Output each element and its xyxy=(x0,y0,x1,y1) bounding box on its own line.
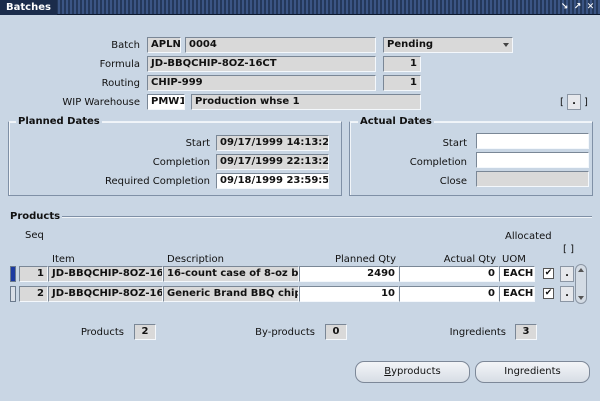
row-1-actual-qty[interactable]: 0 xyxy=(399,266,499,282)
products-count-label: Products xyxy=(80,327,124,338)
actual-start-field[interactable] xyxy=(476,133,589,149)
products-scrollbar[interactable] xyxy=(575,264,587,304)
scroll-down-icon[interactable] xyxy=(578,296,584,300)
formula-version-field[interactable]: 1 xyxy=(383,56,421,72)
wip-warehouse-code-field[interactable]: PMW1 xyxy=(147,94,185,110)
maximize-icon[interactable]: ↗ xyxy=(572,1,583,13)
planned-start-field[interactable]: 09/17/1999 14:13:21 xyxy=(216,135,329,151)
routing-version-field[interactable]: 1 xyxy=(383,75,421,91)
required-completion-field[interactable]: 09/18/1999 23:59:59 xyxy=(216,173,329,189)
row-2-description[interactable]: Generic Brand BBQ chip xyxy=(163,286,299,302)
row-2-flex-button[interactable]: . xyxy=(560,286,574,302)
actual-completion-label: Completion xyxy=(409,157,467,168)
batch-status-value: Pending xyxy=(387,39,434,50)
ingredients-button[interactable]: Ingredients xyxy=(475,361,590,383)
actual-close-label: Close xyxy=(439,176,467,187)
ingredients-count: 3 xyxy=(515,324,537,340)
col-uom-header: UOM xyxy=(502,254,526,265)
row-1-item[interactable]: JD-BBQCHIP-8OZ-16CT xyxy=(48,266,163,282)
planned-completion-field[interactable]: 09/17/1999 22:13:21 xyxy=(216,154,329,170)
minimize-icon[interactable]: ↘ xyxy=(559,1,570,13)
actual-dates-title: Actual Dates xyxy=(358,116,434,127)
row-1-flex-button[interactable]: . xyxy=(560,266,574,282)
planned-completion-label: Completion xyxy=(152,157,210,168)
chevron-down-icon xyxy=(503,43,509,47)
window-titlebar[interactable] xyxy=(0,0,600,15)
actual-completion-field[interactable] xyxy=(476,152,589,168)
byproducts-count-label: By-products xyxy=(255,327,315,338)
products-title: Products xyxy=(10,211,61,222)
row-2-planned-qty[interactable]: 10 xyxy=(299,286,399,302)
row-2-allocated-checkbox[interactable]: ✔ xyxy=(543,288,554,299)
window-controls: ↘ ↗ ✕ xyxy=(559,1,596,14)
planned-start-label: Start xyxy=(185,138,210,149)
col-flex-brackets: [ ] xyxy=(563,244,574,255)
row-2-uom[interactable]: EACH xyxy=(499,286,535,302)
close-icon[interactable]: ✕ xyxy=(585,1,596,13)
row-2-item[interactable]: JD-BBQCHIP-8OZ-16CT xyxy=(48,286,163,302)
wip-warehouse-label: WIP Warehouse xyxy=(62,97,140,108)
formula-label: Formula xyxy=(99,59,140,70)
ingredients-count-label: Ingredients xyxy=(449,327,506,338)
byproducts-button-label: yproducts xyxy=(391,366,441,377)
byproducts-button[interactable]: Byproducts xyxy=(355,361,470,383)
flex-bracket-right: ] xyxy=(584,97,588,108)
col-actual-qty-header: Actual Qty xyxy=(443,254,496,265)
col-allocated-header: Allocated xyxy=(505,231,552,242)
routing-field[interactable]: CHIP-999 xyxy=(147,75,376,91)
actual-close-field[interactable] xyxy=(476,171,589,187)
flex-bracket-left: [ xyxy=(560,97,564,108)
batch-org-field[interactable]: APLN xyxy=(147,37,181,53)
row-2-actual-qty[interactable]: 0 xyxy=(399,286,499,302)
row-1-uom[interactable]: EACH xyxy=(499,266,535,282)
row-1-indicator[interactable] xyxy=(10,266,16,282)
col-item-header: Item xyxy=(52,254,75,265)
descriptive-flexfield-button[interactable]: . xyxy=(567,94,581,110)
row-1-allocated-checkbox[interactable]: ✔ xyxy=(543,268,554,279)
scroll-up-icon[interactable] xyxy=(578,268,584,272)
col-seq-header: Seq xyxy=(25,230,44,241)
row-1-planned-qty[interactable]: 2490 xyxy=(299,266,399,282)
formula-field[interactable]: JD-BBQCHIP-8OZ-16CT xyxy=(147,56,376,72)
products-separator xyxy=(62,216,592,218)
wip-warehouse-desc-field[interactable]: Production whse 1 xyxy=(191,94,421,110)
row-1-description[interactable]: 16-count case of 8-oz barbe xyxy=(163,266,299,282)
row-2-seq[interactable]: 2 xyxy=(19,286,48,302)
required-completion-label: Required Completion xyxy=(105,176,210,187)
col-description-header: Description xyxy=(167,254,224,265)
batch-status-select[interactable]: Pending xyxy=(383,37,513,53)
row-2-indicator[interactable] xyxy=(10,286,16,302)
window-title: Batches xyxy=(0,0,57,15)
planned-dates-title: Planned Dates xyxy=(16,116,102,127)
byproducts-count: 0 xyxy=(325,324,347,340)
batch-number-field[interactable]: 0004 xyxy=(185,37,376,53)
row-1-seq[interactable]: 1 xyxy=(19,266,48,282)
col-planned-qty-header: Planned Qty xyxy=(334,254,396,265)
actual-start-label: Start xyxy=(442,138,467,149)
batch-label: Batch xyxy=(111,40,140,51)
products-count: 2 xyxy=(134,324,156,340)
routing-label: Routing xyxy=(101,78,140,89)
